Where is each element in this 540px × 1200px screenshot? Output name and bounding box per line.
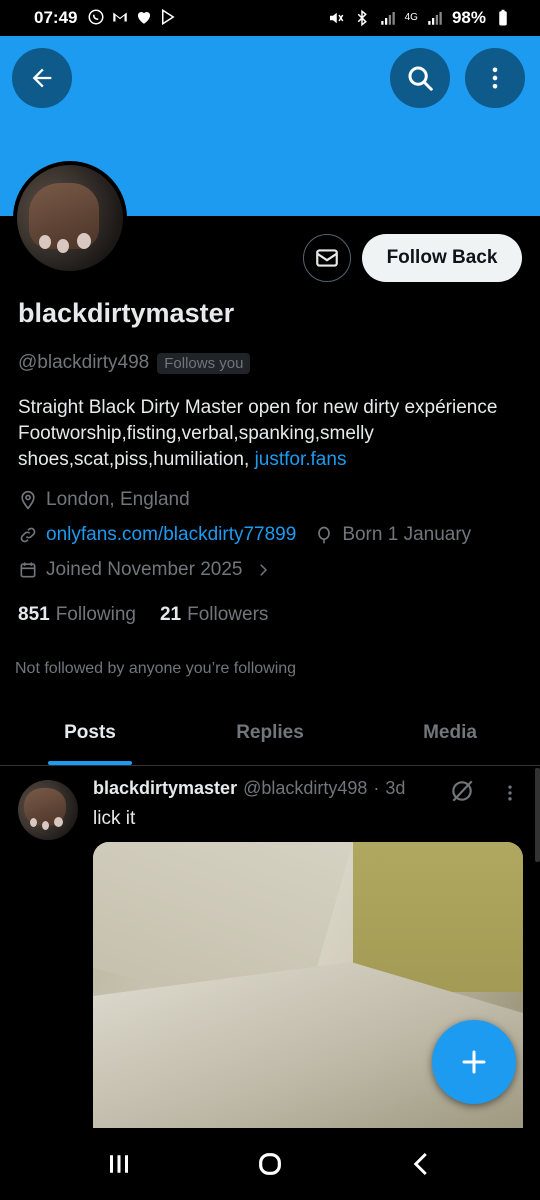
location-row: London, England <box>18 489 190 511</box>
chevron-left-icon <box>413 1152 427 1176</box>
home-button[interactable] <box>240 1146 300 1182</box>
follow-back-button[interactable]: Follow Back <box>362 234 522 282</box>
post-header: blackdirtymaster @blackdirty498 · 3d <box>93 778 405 799</box>
location-pin-icon <box>21 490 35 510</box>
android-nav-bar <box>0 1128 540 1200</box>
home-icon <box>259 1153 281 1175</box>
mutual-followers-note: Not followed by anyone you’re following <box>15 660 297 677</box>
joined-text: Joined November 2025 <box>46 559 243 580</box>
post-author-name[interactable]: blackdirtymaster <box>93 778 237 799</box>
tab-media[interactable]: Media <box>360 700 540 765</box>
signal-icon <box>380 12 395 25</box>
user-handle: @blackdirty498 <box>18 352 150 373</box>
display-name: blackdirtymaster <box>18 298 235 328</box>
more-options-button[interactable] <box>465 48 525 108</box>
post-more-button[interactable] <box>500 782 520 809</box>
followers-count: 21 <box>159 604 182 625</box>
system-back-button[interactable] <box>392 1146 452 1182</box>
post-age: 3d <box>385 778 406 798</box>
search-button[interactable] <box>390 48 450 108</box>
follows-you-badge: Follows you <box>157 352 251 374</box>
more-vertical-icon <box>508 785 512 801</box>
gmail-icon <box>113 12 127 22</box>
link-icon <box>20 527 36 543</box>
back-button[interactable] <box>12 48 72 108</box>
mute-icon <box>329 12 344 24</box>
system-icons: 4G 98% <box>327 8 512 28</box>
grok-icon <box>452 780 473 802</box>
compose-post-button[interactable] <box>432 1020 516 1104</box>
post-separator: · <box>373 778 380 798</box>
battery-icon <box>499 9 507 26</box>
bluetooth-icon <box>357 9 367 27</box>
balloon-icon <box>318 526 331 544</box>
message-button[interactable] <box>303 234 351 282</box>
following-count: 851 <box>18 604 50 625</box>
joined-row[interactable]: Joined November 2025 <box>18 559 272 581</box>
chevron-right-icon <box>260 564 268 576</box>
birthday-text: Born 1 January <box>342 524 472 545</box>
battery-percent: 98% <box>451 8 486 27</box>
search-icon <box>408 66 433 91</box>
status-bar: 07:49 4G 98% <box>0 0 540 36</box>
play-store-icon <box>162 8 175 26</box>
website-birthday-row: onlyfans.com/blackdirty77899 Born 1 Janu… <box>18 524 471 546</box>
bio-link[interactable]: justfor.fans <box>255 449 347 470</box>
envelope-icon <box>316 249 338 267</box>
following-stat[interactable]: 851 Following <box>18 604 136 626</box>
tab-replies[interactable]: Replies <box>180 700 360 765</box>
recent-apps-button[interactable] <box>89 1146 149 1182</box>
grok-button[interactable] <box>449 778 475 809</box>
website-link[interactable]: onlyfans.com/blackdirty77899 <box>46 524 296 546</box>
post-author-avatar[interactable] <box>18 780 78 840</box>
followers-stat[interactable]: 21 Followers <box>160 604 268 626</box>
following-label: Following <box>55 604 136 625</box>
followers-label: Followers <box>187 604 269 625</box>
location-text: London, England <box>46 489 190 510</box>
tab-posts[interactable]: Posts <box>0 700 180 765</box>
profile-bio: Straight Black Dirty Master open for new… <box>18 395 518 473</box>
plus-icon <box>462 1050 486 1074</box>
post-author-handle: @blackdirty498 <box>243 778 368 798</box>
follow-stats: 851 Following 21 Followers <box>18 604 268 626</box>
status-time: 07:49 <box>34 8 78 27</box>
profile-tabs: Posts Replies Media <box>0 700 540 766</box>
recent-apps-icon <box>110 1155 128 1173</box>
heart-icon <box>137 11 151 24</box>
handle-row: @blackdirty498 Follows you <box>18 352 251 374</box>
whatsapp-icon <box>88 9 104 25</box>
profile-avatar[interactable] <box>13 161 127 275</box>
more-vertical-icon <box>492 67 498 89</box>
post-text: lick it <box>93 808 136 829</box>
network-type: 4G <box>404 12 418 23</box>
scrollbar[interactable] <box>535 768 540 862</box>
signal-icon-2 <box>428 12 442 25</box>
arrow-left-icon <box>32 68 52 88</box>
notification-icons <box>87 8 177 26</box>
calendar-icon <box>20 562 36 578</box>
